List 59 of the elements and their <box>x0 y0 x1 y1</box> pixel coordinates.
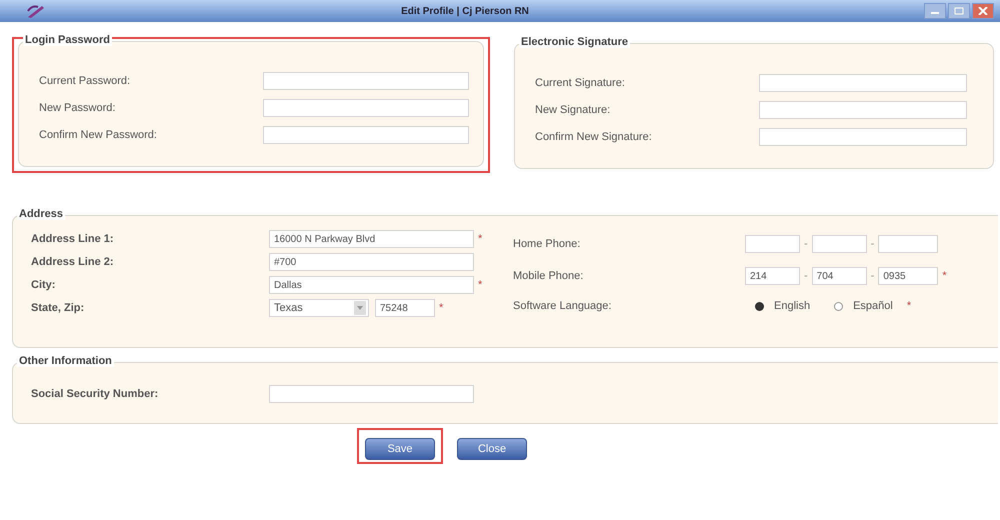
field-label: New Password: <box>39 102 116 114</box>
radio-label: Español <box>853 300 893 312</box>
input-field[interactable]: #700 <box>269 253 474 271</box>
section-title: Address <box>17 208 66 220</box>
input-field[interactable] <box>759 128 967 146</box>
caret-icon <box>354 301 366 315</box>
field-label: Confirm New Signature: <box>535 131 653 143</box>
input-field[interactable] <box>878 234 938 253</box>
separator-text: - <box>804 238 808 250</box>
state-dropdown[interactable]: Texas <box>269 299 369 317</box>
section-title: Other Information <box>17 355 114 367</box>
section-title: Login Password <box>23 34 112 46</box>
required-mark: * <box>439 302 444 314</box>
input-field[interactable] <box>263 99 469 117</box>
input-field[interactable]: 16000 N Parkway Blvd <box>269 230 474 248</box>
field-label: Social Security Number: <box>31 388 160 400</box>
input-field[interactable] <box>269 385 474 403</box>
radio-button[interactable] <box>755 302 764 311</box>
field-label: Address Line 2: <box>31 256 115 268</box>
maximize-icon <box>954 7 964 15</box>
input-field[interactable] <box>759 74 967 92</box>
field-label: New Signature: <box>535 104 612 116</box>
input-field[interactable] <box>812 234 867 253</box>
pen-icon <box>26 3 46 19</box>
field-label: State, Zip: <box>31 302 86 314</box>
close-button[interactable] <box>972 3 994 19</box>
action-button[interactable]: Save <box>365 438 435 460</box>
field-label: Home Phone: <box>513 238 582 250</box>
section-title: Electronic Signature <box>519 36 630 48</box>
field-label: Mobile Phone: <box>513 270 584 282</box>
separator-text: - <box>870 238 874 250</box>
required-mark: * <box>906 300 912 312</box>
window-title: Edit Profile | Cj Pierson RN <box>400 6 530 16</box>
separator-text: - <box>804 270 808 282</box>
field-label: Current Password: <box>39 75 132 87</box>
radio-label: English <box>774 300 810 312</box>
input-field[interactable]: 214 <box>745 267 800 286</box>
field-label: Software Language: <box>513 300 612 312</box>
input-field[interactable]: 0935 <box>878 267 938 286</box>
input-field[interactable]: Dallas <box>269 276 474 294</box>
input-field[interactable]: 704 <box>812 267 867 286</box>
maximize-button[interactable] <box>948 3 970 19</box>
required-mark: * <box>942 270 947 282</box>
field-label: City: <box>31 279 56 291</box>
action-button[interactable]: Close <box>457 438 527 460</box>
minimize-button[interactable] <box>924 3 946 19</box>
input-field[interactable] <box>263 126 469 144</box>
required-mark: * <box>478 279 482 291</box>
input-field[interactable]: 75248 <box>375 299 435 317</box>
field-label: Confirm New Password: <box>39 129 158 141</box>
field-label: Address Line 1: <box>31 233 115 245</box>
radio-button[interactable] <box>834 302 844 311</box>
close-icon <box>978 7 988 15</box>
separator-text: - <box>870 270 874 282</box>
required-mark: * <box>478 233 482 245</box>
input-field[interactable] <box>759 101 967 119</box>
field-label: Current Signature: <box>535 77 626 89</box>
input-field[interactable] <box>745 234 800 253</box>
input-field[interactable] <box>263 72 469 90</box>
